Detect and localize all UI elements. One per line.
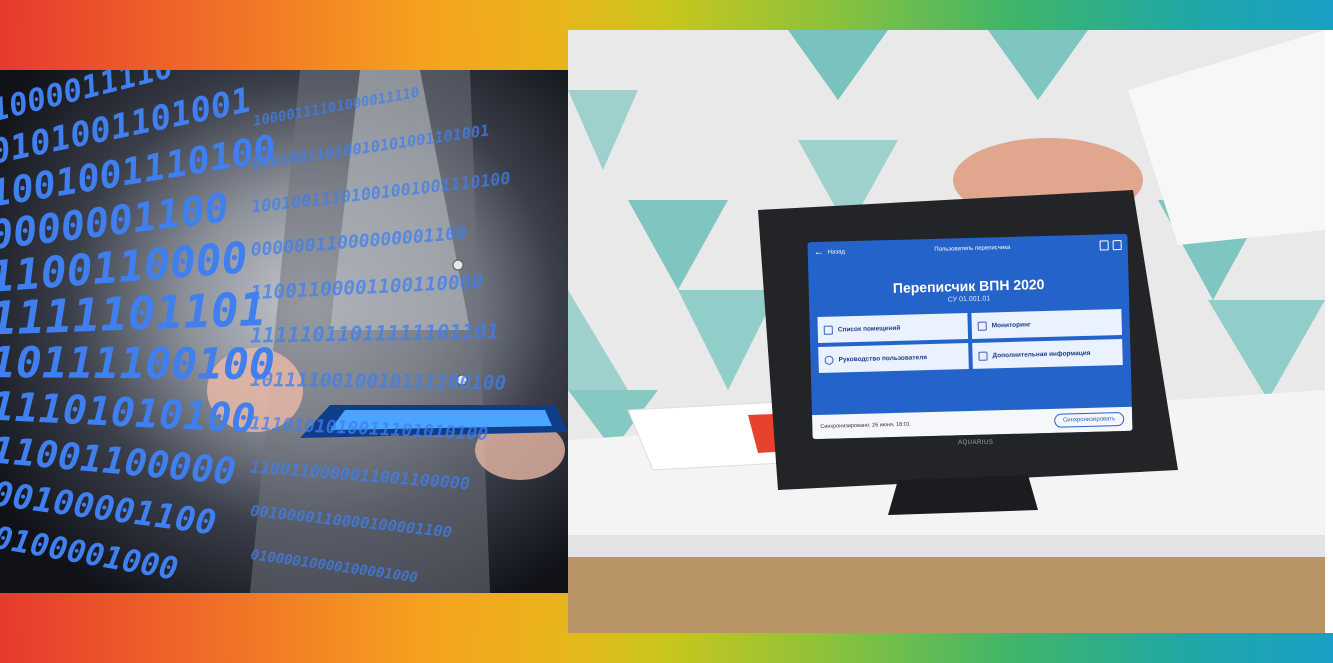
gradient-band-bottom	[0, 633, 1333, 663]
sync-button[interactable]: Синхронизировать	[1053, 411, 1125, 428]
info-icon	[978, 351, 988, 361]
button-label: Мониторинг	[991, 320, 1031, 329]
chart-icon	[977, 321, 987, 331]
button-label: Дополнительная информация	[992, 349, 1091, 359]
menu-grid: Список помещений Мониторинг Руководство …	[817, 309, 1123, 373]
gradient-gap-top	[0, 30, 568, 70]
tablet-screen: ← Назад Пользователь переписчика Перепис…	[807, 233, 1133, 440]
sync-status: Синхронизировано: 26 июня, 18:01	[820, 421, 910, 430]
top-icons	[1099, 240, 1122, 251]
gradient-gap-bottom	[0, 593, 568, 633]
binary-tunnel-illustration: 1000011110 100001111010000111100101001101…	[0, 70, 568, 593]
button-label: Руководство пользователя	[838, 353, 928, 363]
user-guide-button[interactable]: Руководство пользователя	[818, 343, 969, 373]
collage-frame: 1000011110 10000111101000011110 0101001101…	[0, 0, 1333, 663]
button-label: Список помещений	[837, 324, 901, 333]
gradient-band-top	[0, 0, 1333, 30]
tablet-brand-logo: AQUARIUS	[958, 440, 994, 446]
top-title: Пользователь переписчика	[934, 244, 1011, 253]
extra-info-button[interactable]: Дополнительная информация	[972, 339, 1123, 369]
binary-row: 11111011011111101101	[250, 319, 499, 347]
monitoring-button[interactable]: Мониторинг	[971, 309, 1123, 339]
tablet-photo: ← Назад Пользователь переписчика Перепис…	[568, 30, 1325, 633]
shirt-button-icon	[452, 259, 464, 271]
binary-row: 1011110010010111100100	[250, 368, 507, 395]
back-label: Назад	[827, 249, 846, 256]
binary-tunnel-photo: 1000011110 10000111101000011110 0101001101…	[0, 70, 568, 593]
table-wood	[568, 550, 1325, 633]
back-button[interactable]: ← Назад	[814, 247, 845, 258]
help-icon	[824, 355, 834, 365]
binary-row: 1111101101	[0, 282, 267, 346]
document-icon[interactable]	[1112, 240, 1122, 251]
list-icon	[823, 325, 833, 335]
save-icon[interactable]	[1099, 240, 1109, 251]
binary-row: 10111100100	[0, 338, 275, 390]
rooms-list-button[interactable]: Список помещений	[817, 313, 969, 343]
arrow-left-icon: ←	[813, 246, 824, 259]
tablet-stand	[888, 475, 1038, 515]
